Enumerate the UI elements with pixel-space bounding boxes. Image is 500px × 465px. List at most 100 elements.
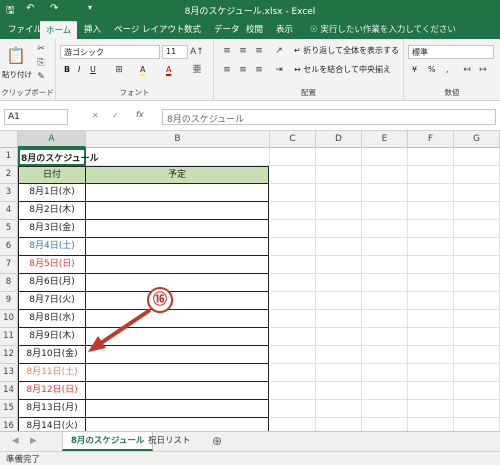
merge-center-button[interactable]: ↔ セルを結合して中央揃え (294, 64, 391, 75)
empty-cell[interactable] (454, 310, 500, 328)
plan-cell[interactable] (86, 184, 269, 202)
align-left-icon[interactable]: ≡ (220, 64, 234, 76)
indent-icon[interactable]: ⇥ (272, 64, 286, 76)
empty-cell[interactable] (316, 346, 362, 364)
format-painter-icon[interactable]: ✎ (34, 71, 48, 83)
empty-cell[interactable] (408, 166, 454, 184)
empty-cell[interactable] (316, 148, 362, 166)
paste-button[interactable]: 貼り付け (2, 69, 32, 80)
plan-cell[interactable] (86, 256, 269, 274)
column-header-c[interactable]: C (270, 131, 316, 148)
plan-cell[interactable] (86, 328, 269, 346)
empty-cell[interactable] (270, 256, 316, 274)
empty-cell[interactable] (362, 202, 408, 220)
tab-data[interactable]: データ (214, 23, 240, 35)
date-cell[interactable]: 8月5日(日) (18, 256, 86, 274)
cancel-icon[interactable]: ✕ (92, 111, 99, 120)
row-header[interactable]: 12 (0, 346, 18, 364)
date-cell[interactable]: 8月8日(水) (18, 310, 86, 328)
empty-cell[interactable] (316, 400, 362, 418)
empty-cell[interactable] (408, 346, 454, 364)
plan-cell[interactable] (86, 202, 269, 220)
next-sheet-icon[interactable]: ▶ (22, 432, 45, 451)
empty-cell[interactable] (270, 202, 316, 220)
empty-cell[interactable] (362, 382, 408, 400)
empty-cell[interactable] (270, 346, 316, 364)
empty-cell[interactable] (408, 382, 454, 400)
empty-cell[interactable] (86, 148, 270, 166)
empty-cell[interactable] (316, 166, 362, 184)
align-bottom-icon[interactable]: ≡ (252, 45, 266, 57)
empty-cell[interactable] (408, 220, 454, 238)
empty-cell[interactable] (270, 274, 316, 292)
plan-cell[interactable] (86, 346, 269, 364)
empty-cell[interactable] (408, 148, 454, 166)
plan-cell[interactable] (86, 274, 269, 292)
empty-cell[interactable] (270, 328, 316, 346)
column-header-d[interactable]: D (316, 131, 362, 148)
row-header[interactable]: 4 (0, 202, 18, 220)
empty-cell[interactable] (454, 148, 500, 166)
header-cell-plan[interactable]: 予定 (86, 166, 269, 184)
empty-cell[interactable] (454, 274, 500, 292)
date-cell[interactable]: 8月11日(土) (18, 364, 86, 382)
empty-cell[interactable] (408, 418, 454, 431)
row-header[interactable]: 3 (0, 184, 18, 202)
empty-cell[interactable] (316, 382, 362, 400)
align-middle-icon[interactable]: ≡ (236, 45, 250, 57)
column-header-f[interactable]: F (408, 131, 454, 148)
row-header[interactable]: 15 (0, 400, 18, 418)
date-cell[interactable]: 8月10日(金) (18, 346, 86, 364)
row-header[interactable]: 1 (0, 148, 18, 166)
empty-cell[interactable] (362, 148, 408, 166)
empty-cell[interactable] (270, 418, 316, 431)
insert-function-icon[interactable]: fx (136, 110, 144, 119)
date-cell[interactable]: 8月9日(木) (18, 328, 86, 346)
empty-cell[interactable] (316, 202, 362, 220)
empty-cell[interactable] (316, 220, 362, 238)
wrap-text-button[interactable]: ↵ 折り返して全体を表示する (294, 45, 399, 56)
empty-cell[interactable] (454, 184, 500, 202)
date-cell[interactable]: 8月13日(月) (18, 400, 86, 418)
highlight-button[interactable]: A (140, 65, 146, 76)
font-name-select[interactable]: 游ゴシック (60, 45, 160, 59)
row-header[interactable]: 13 (0, 364, 18, 382)
empty-cell[interactable] (270, 400, 316, 418)
paste-icon[interactable]: 📋 (6, 45, 26, 67)
empty-cell[interactable] (454, 346, 500, 364)
empty-cell[interactable] (270, 292, 316, 310)
empty-cell[interactable] (408, 202, 454, 220)
tab-review[interactable]: 校閲 (246, 23, 263, 35)
empty-cell[interactable] (454, 256, 500, 274)
empty-cell[interactable] (454, 400, 500, 418)
grow-font-icon[interactable]: A↑ (190, 46, 204, 58)
plan-cell[interactable] (86, 382, 269, 400)
empty-cell[interactable] (454, 202, 500, 220)
plan-cell[interactable] (86, 364, 269, 382)
font-color-button[interactable]: A (166, 65, 172, 76)
empty-cell[interactable] (454, 238, 500, 256)
currency-button[interactable]: ¥ (412, 65, 417, 74)
tab-page-layout[interactable]: ページ レイアウト (114, 23, 185, 35)
borders-icon[interactable]: ⊞ (112, 64, 126, 76)
column-header-b[interactable]: B (86, 131, 270, 148)
empty-cell[interactable] (408, 238, 454, 256)
date-cell[interactable]: 8月1日(水) (18, 184, 86, 202)
empty-cell[interactable] (362, 256, 408, 274)
decrease-decimal-icon[interactable]: ↦ (476, 64, 490, 76)
empty-cell[interactable] (316, 274, 362, 292)
increase-decimal-icon[interactable]: ↤ (460, 64, 474, 76)
phonetic-icon[interactable]: 亜 (190, 64, 204, 76)
empty-cell[interactable] (362, 418, 408, 431)
date-cell[interactable]: 8月12日(日) (18, 382, 86, 400)
empty-cell[interactable] (408, 292, 454, 310)
empty-cell[interactable] (316, 310, 362, 328)
empty-cell[interactable] (270, 220, 316, 238)
column-header-a[interactable]: A (18, 131, 86, 148)
plan-cell[interactable] (86, 310, 269, 328)
empty-cell[interactable] (454, 382, 500, 400)
row-header[interactable]: 8 (0, 274, 18, 292)
empty-cell[interactable] (454, 418, 500, 431)
row-header[interactable]: 16 (0, 418, 18, 431)
copy-icon[interactable]: ⎘ (34, 57, 48, 69)
